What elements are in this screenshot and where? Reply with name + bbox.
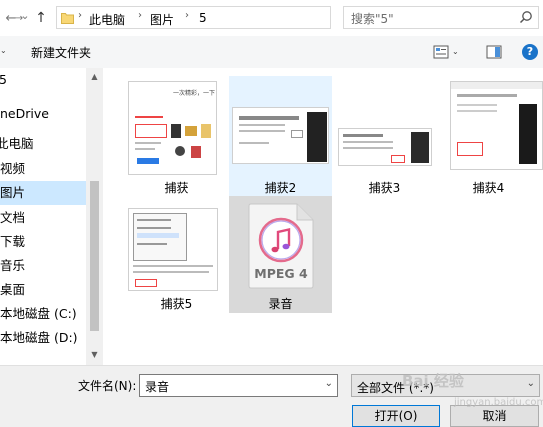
- nav-item-label: 音乐: [0, 258, 26, 273]
- nav-item-videos[interactable]: 视频: [0, 157, 86, 181]
- scroll-down-arrow-icon[interactable]: ▼: [89, 350, 100, 359]
- breadcrumb-separator: ›: [185, 10, 189, 21]
- navigation-pane: 5 neDrive 此电脑 视频 图片 文档 下载 音乐 桌面 本地磁盘 (C:…: [0, 68, 103, 365]
- filename-input[interactable]: [143, 376, 317, 397]
- breadcrumb-separator: ›: [78, 10, 82, 21]
- nav-item-label: 本地磁盘 (C:): [0, 306, 77, 321]
- nav-item-label: 此电脑: [0, 136, 34, 151]
- nav-item-label: 文档: [0, 210, 26, 225]
- filename-combobox[interactable]: ⌄: [139, 374, 338, 397]
- nav-scrollbar[interactable]: ▲ ▼: [86, 68, 103, 365]
- file-name: 录音: [268, 297, 293, 311]
- nav-item-music[interactable]: 音乐: [0, 254, 86, 278]
- nav-item-desktop[interactable]: 桌面: [0, 278, 86, 302]
- nav-item-label: 图片: [0, 185, 26, 200]
- image-thumbnail: [232, 107, 329, 164]
- change-view-icon[interactable]: [433, 45, 449, 59]
- nav-item-drive-c[interactable]: 本地磁盘 (C:): [0, 302, 86, 326]
- image-thumbnail: [128, 208, 218, 291]
- nav-scrollbar-thumb[interactable]: [90, 181, 99, 331]
- filename-label: 文件名(N):: [78, 379, 137, 393]
- mpeg4-file-icon: MPEG 4: [248, 203, 314, 289]
- organize-chevron-icon[interactable]: ⌄: [0, 46, 7, 55]
- search-box[interactable]: [343, 6, 539, 29]
- image-thumbnail: [338, 128, 432, 166]
- breadcrumb-this-pc[interactable]: 此电脑: [89, 11, 125, 28]
- nav-item-onedrive[interactable]: neDrive: [0, 102, 86, 126]
- nav-item-label: 5: [0, 72, 7, 87]
- nav-item-documents[interactable]: 文档: [0, 206, 86, 230]
- chevron-down-icon[interactable]: ⌄: [527, 378, 535, 389]
- file-tile-capture3[interactable]: 捕获3: [333, 76, 436, 196]
- file-name: 捕获2: [264, 181, 297, 195]
- preview-pane-icon[interactable]: [486, 45, 502, 59]
- help-icon[interactable]: ?: [522, 44, 538, 60]
- chevron-down-icon[interactable]: ⌄: [325, 378, 333, 389]
- file-tile-capture4[interactable]: 捕获4: [437, 76, 543, 196]
- image-thumbnail: 一次精彩，一下: [128, 81, 217, 175]
- toolbar: ⌄ 新建文件夹 ⌄ ?: [0, 36, 543, 69]
- breadcrumb-pictures[interactable]: 图片: [150, 11, 174, 28]
- watermark: Bai 经验: [402, 372, 464, 390]
- address-row: ← → ⌄ ↑ › 此电脑 › 图片 › 5 ⌄ ↻: [0, 0, 543, 37]
- nav-item-folder-5[interactable]: 5: [0, 68, 86, 92]
- nav-item-label: 本地磁盘 (D:): [0, 330, 78, 345]
- cancel-button[interactable]: 取消: [450, 405, 539, 427]
- file-tile-recording[interactable]: MPEG 4 录音: [229, 196, 332, 313]
- folder-icon: [61, 13, 74, 24]
- watermark-url: jingyan.baidu.com: [454, 397, 543, 408]
- file-tile-capture2[interactable]: 捕获2: [229, 76, 332, 196]
- file-name: 捕获4: [472, 181, 505, 195]
- nav-item-pictures[interactable]: 图片: [0, 181, 86, 205]
- search-icon[interactable]: [519, 10, 533, 24]
- file-name: 捕获: [164, 181, 189, 195]
- file-tile-capture5[interactable]: 捕获5: [125, 196, 228, 316]
- thumbnail-text: 一次精彩，一下: [173, 90, 216, 97]
- scroll-up-arrow-icon[interactable]: ▲: [89, 72, 100, 81]
- breadcrumb-separator: ›: [138, 10, 142, 21]
- nav-item-label: neDrive: [0, 106, 49, 121]
- view-options-chevron-icon[interactable]: ⌄: [452, 47, 459, 56]
- file-tile-capture1[interactable]: 一次精彩，一下 捕获: [125, 76, 228, 196]
- new-folder-button[interactable]: 新建文件夹: [31, 44, 91, 61]
- open-button[interactable]: 打开(O): [352, 405, 440, 427]
- file-name: 捕获5: [160, 297, 193, 311]
- nav-item-downloads[interactable]: 下载: [0, 230, 86, 254]
- file-icon-text: MPEG 4: [254, 266, 308, 281]
- search-input[interactable]: [349, 8, 523, 29]
- up-arrow-icon[interactable]: ↑: [32, 9, 50, 27]
- nav-item-label: 桌面: [0, 282, 26, 297]
- nav-item-this-pc[interactable]: 此电脑: [0, 132, 86, 156]
- address-bar[interactable]: › 此电脑 › 图片 › 5 ⌄ ↻: [56, 6, 380, 29]
- nav-item-label: 下载: [0, 234, 26, 249]
- breadcrumb-folder-5[interactable]: 5: [199, 11, 207, 25]
- image-thumbnail: [450, 81, 543, 170]
- nav-item-drive-d[interactable]: 本地磁盘 (D:): [0, 326, 86, 350]
- file-list: 一次精彩，一下 捕获 捕获2 捕获3 捕获4 捕获5 MPEG 4 录音: [103, 68, 543, 365]
- file-name: 捕获3: [368, 181, 401, 195]
- nav-item-label: 视频: [0, 161, 26, 176]
